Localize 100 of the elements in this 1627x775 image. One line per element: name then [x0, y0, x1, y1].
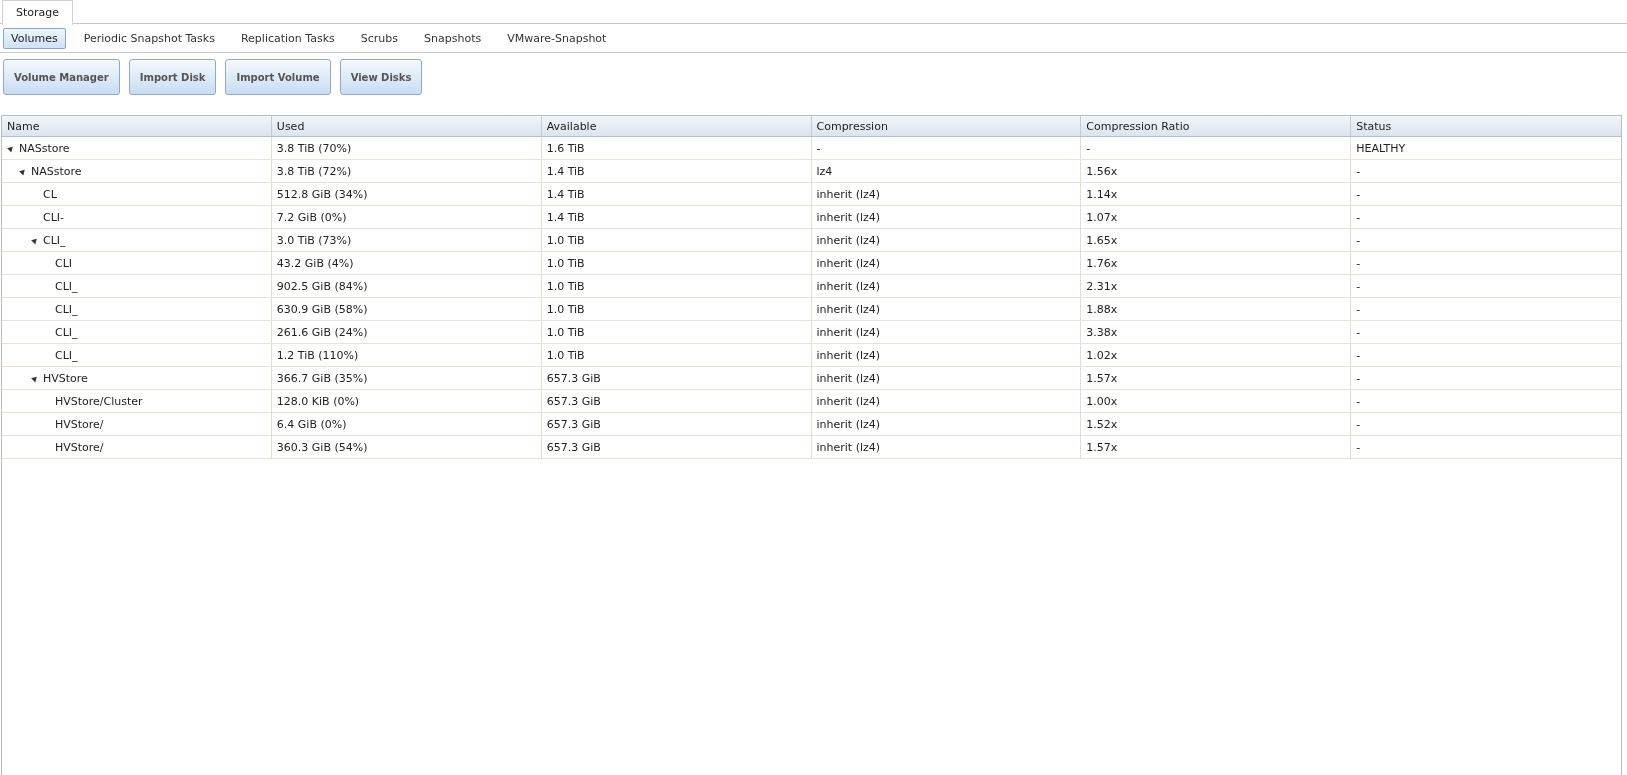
table-cell: 1.57x [1081, 367, 1352, 389]
table-cell: 2.31x [1081, 275, 1352, 297]
dataset-name: CLI [55, 256, 73, 270]
column-header[interactable]: Available [541, 116, 812, 136]
toolbar-button[interactable]: Volume Manager [3, 59, 120, 95]
table-cell: 1.00x [1081, 390, 1352, 412]
table-cell: inherit (lz4) [811, 252, 1082, 274]
sub-tab[interactable]: Replication Tasks [232, 27, 343, 49]
toolbar-button[interactable]: View Disks [339, 59, 423, 95]
table-cell-text: - [1355, 255, 1362, 272]
table-cell: 902.5 GiB (84%) [271, 275, 542, 297]
table-cell-text: - [1355, 347, 1362, 364]
table-cell: inherit (lz4) [811, 367, 1082, 389]
table-cell: 360.3 GiB (54%) [271, 436, 542, 458]
table-cell: 1.0 TiB [541, 252, 812, 274]
table-cell: 3.8 TiB (72%) [271, 160, 542, 182]
table-cell-text: - [1355, 209, 1362, 226]
sub-tab[interactable]: VMware-Snapshot [499, 27, 615, 49]
table-cell: 128.0 KiB (0%) [271, 390, 542, 412]
table-cell: - [811, 137, 1082, 159]
dataset-name: NASstore [31, 164, 82, 178]
table-cell: 6.4 GiB (0%) [271, 413, 542, 435]
table-cell: 1.0 TiB [541, 321, 812, 343]
column-header[interactable]: Status [1351, 116, 1621, 136]
table-cell: 366.7 GiB (35%) [271, 367, 542, 389]
table-cell: lz4 [811, 160, 1082, 182]
table-cell: inherit (lz4) [811, 275, 1082, 297]
table-cell: 1.07x [1081, 206, 1352, 228]
dataset-name: CLI_ [55, 348, 78, 362]
table-cell: - [1081, 137, 1352, 159]
table-cell-text: - [1355, 278, 1362, 295]
table-cell: 1.4 TiB [541, 206, 812, 228]
table-cell: 261.6 GiB (24%) [271, 321, 542, 343]
dataset-name: CL [43, 187, 57, 201]
table-cell: 1.88x [1081, 298, 1352, 320]
sub-tab[interactable]: Volumes [3, 27, 66, 49]
table-cell-text: - [1355, 301, 1362, 318]
table-cell: inherit (lz4) [811, 390, 1082, 412]
table-cell: 3.0 TiB (73%) [271, 229, 542, 251]
table-cell-text: - [1355, 439, 1362, 456]
column-header[interactable]: Used [271, 116, 542, 136]
table-cell: 630.9 GiB (58%) [271, 298, 542, 320]
dataset-name: CLI_ [43, 233, 66, 247]
table-cell: 1.02x [1081, 344, 1352, 366]
table-cell-text: - [1355, 163, 1362, 180]
dataset-name: CLI_ [55, 279, 78, 293]
table-cell-text: - [1355, 232, 1362, 249]
table-cell: 7.2 GiB (0%) [271, 206, 542, 228]
table-cell: 657.3 GiB [541, 367, 812, 389]
toolbar-button[interactable]: Import Volume [225, 59, 331, 95]
table-cell: 1.76x [1081, 252, 1352, 274]
table-cell-text: - [1355, 186, 1362, 203]
table-cell-text: - [1355, 416, 1362, 433]
table-cell: 1.4 TiB [541, 183, 812, 205]
column-header[interactable]: Compression Ratio [1081, 116, 1352, 136]
table-cell: inherit (lz4) [811, 344, 1082, 366]
table-cell: 1.2 TiB (110%) [271, 344, 542, 366]
table-cell: 3.38x [1081, 321, 1352, 343]
table-cell: 3.8 TiB (70%) [271, 137, 542, 159]
table-cell: inherit (lz4) [811, 413, 1082, 435]
sub-tab[interactable]: Snapshots [416, 27, 490, 49]
column-header[interactable]: Name [2, 116, 272, 136]
table-cell: 1.0 TiB [541, 229, 812, 251]
toolbar-button[interactable]: Import Disk [128, 59, 217, 95]
dataset-name: HVStore [43, 371, 88, 385]
sub-tab[interactable]: Periodic Snapshot Tasks [75, 27, 223, 49]
table-cell: 657.3 GiB [541, 413, 812, 435]
dataset-name: CLI- [43, 210, 65, 224]
table-cell-text: - [1355, 393, 1362, 410]
dataset-name: HVStore/ [55, 417, 104, 431]
table-cell: inherit (lz4) [811, 298, 1082, 320]
table-cell: inherit (lz4) [811, 206, 1082, 228]
dataset-name: CLI_ [55, 302, 78, 316]
dataset-name: HVStore/Cluster [55, 394, 143, 408]
table-cell-text: HEALTHY [1355, 140, 1407, 157]
table-cell-text: - [1355, 370, 1362, 387]
dataset-name: HVStore/ [55, 440, 104, 454]
table-cell: 1.4 TiB [541, 160, 812, 182]
table-cell: 1.14x [1081, 183, 1352, 205]
sub-tab[interactable]: Scrubs [352, 27, 407, 49]
table-cell: 512.8 GiB (34%) [271, 183, 542, 205]
table-cell: 1.57x [1081, 436, 1352, 458]
storage-tab[interactable]: Storage [2, 0, 74, 25]
table-cell: 657.3 GiB [541, 390, 812, 412]
table-cell: 1.56x [1081, 160, 1352, 182]
table-cell: inherit (lz4) [811, 436, 1082, 458]
table-cell: inherit (lz4) [811, 229, 1082, 251]
table-cell: 1.0 TiB [541, 298, 812, 320]
table-cell: 1.65x [1081, 229, 1352, 251]
column-header[interactable]: Compression [811, 116, 1082, 136]
table-cell: 1.0 TiB [541, 344, 812, 366]
table-cell: inherit (lz4) [811, 183, 1082, 205]
dataset-name: CLI_ [55, 325, 78, 339]
table-cell: 43.2 GiB (4%) [271, 252, 542, 274]
table-cell: 1.0 TiB [541, 275, 812, 297]
table-cell: inherit (lz4) [811, 321, 1082, 343]
table-cell: 1.52x [1081, 413, 1352, 435]
table-cell: 657.3 GiB [541, 436, 812, 458]
dataset-name: NASstore [19, 141, 70, 155]
table-cell-text: - [1355, 324, 1362, 341]
